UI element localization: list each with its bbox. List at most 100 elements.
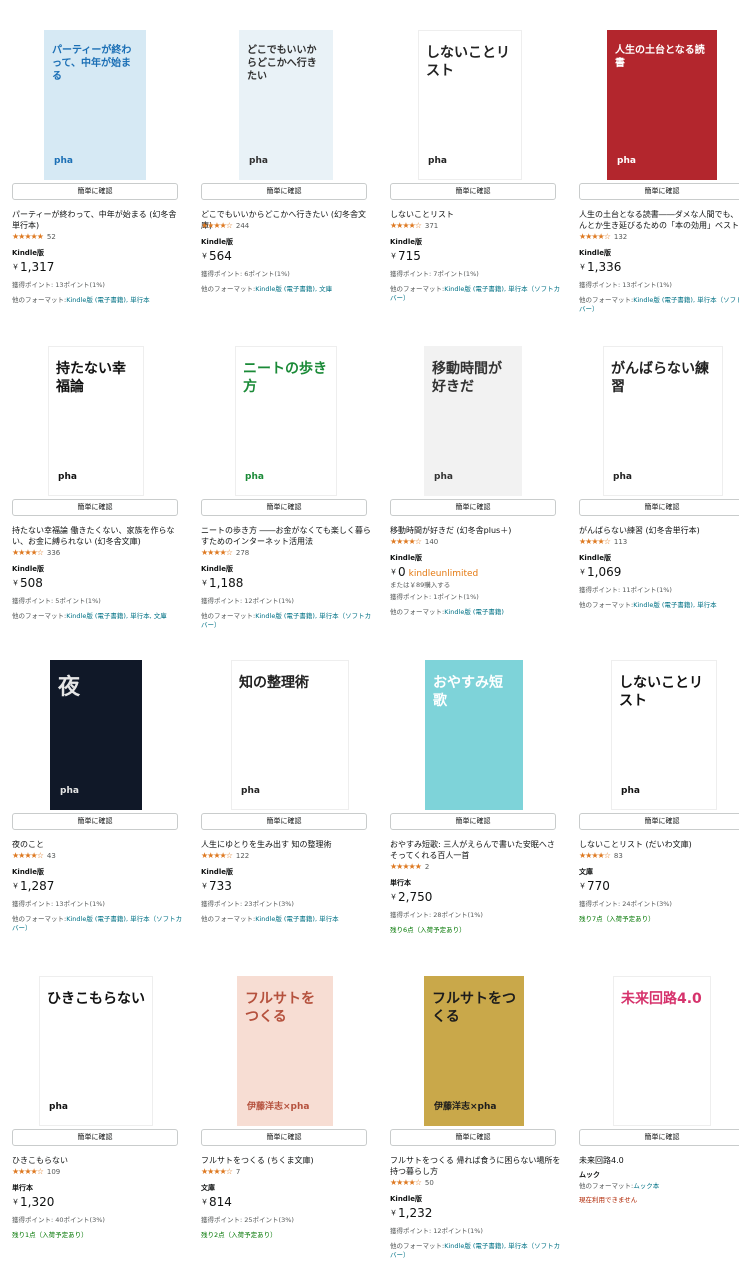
- star-rating-icon[interactable]: ★★★★☆: [579, 851, 611, 861]
- other-formats-link[interactable]: Kindle版 (電子書籍), 単行本, 文庫: [66, 612, 167, 620]
- format-label[interactable]: Kindle版: [579, 248, 611, 258]
- book-cover-image[interactable]: 人生の土台となる読書 pha: [607, 30, 717, 180]
- rating-row[interactable]: ★★★★☆ 371: [390, 221, 438, 231]
- format-label[interactable]: Kindle版: [12, 248, 44, 258]
- book-cover-image[interactable]: がんばらない練習 pha: [603, 346, 723, 496]
- book-cover-image[interactable]: しないことリスト pha: [418, 30, 522, 180]
- product-title[interactable]: 未来回路4.0: [579, 1155, 739, 1166]
- book-cover-image[interactable]: フルサトをつくる 伊藤洋志×pha: [424, 976, 524, 1126]
- product-title[interactable]: がんばらない練習 (幻冬舎単行本): [579, 525, 739, 536]
- star-rating-icon[interactable]: ★★★★☆: [390, 221, 422, 231]
- rating-row[interactable]: ★★★★☆ 132: [579, 232, 627, 242]
- quick-view-button[interactable]: 簡単に確認: [579, 813, 739, 830]
- rating-row[interactable]: ★★★★☆ 244: [201, 221, 249, 231]
- star-rating-icon[interactable]: ★★★★☆: [390, 537, 422, 547]
- rating-row[interactable]: ★★★★☆ 109: [12, 1167, 60, 1177]
- book-cover[interactable]: フルサトをつくる 伊藤洋志×pha: [201, 976, 379, 1126]
- review-count[interactable]: 50: [425, 1178, 434, 1188]
- book-cover-image[interactable]: ニートの歩き方 pha: [235, 346, 337, 496]
- review-count[interactable]: 244: [236, 221, 249, 231]
- review-count[interactable]: 132: [614, 232, 627, 242]
- other-formats-link[interactable]: Kindle版 (電子書籍), 単行本: [66, 296, 149, 304]
- quick-view-button[interactable]: 簡単に確認: [201, 183, 367, 200]
- book-cover-image[interactable]: 知の整理術 pha: [231, 660, 349, 810]
- book-cover[interactable]: しないことリスト pha: [390, 30, 568, 180]
- quick-view-button[interactable]: 簡単に確認: [12, 499, 178, 516]
- format-label[interactable]: ムック: [579, 1170, 600, 1180]
- quick-view-button[interactable]: 簡単に確認: [390, 183, 556, 200]
- product-title[interactable]: 移動時間が好きだ (幻冬舎plus＋): [390, 525, 562, 536]
- star-rating-icon[interactable]: ★★★★☆: [579, 537, 611, 547]
- format-label[interactable]: Kindle版: [12, 564, 44, 574]
- star-rating-icon[interactable]: ★★★★★: [390, 862, 422, 872]
- product-title[interactable]: ひきこもらない: [12, 1155, 184, 1166]
- other-formats-link[interactable]: Kindle版 (電子書籍), 単行本: [633, 601, 716, 609]
- review-count[interactable]: 2: [425, 862, 429, 872]
- book-cover[interactable]: ニートの歩き方 pha: [201, 346, 379, 496]
- book-cover[interactable]: おやすみ短歌: [390, 660, 568, 810]
- quick-view-button[interactable]: 簡単に確認: [390, 813, 556, 830]
- rating-row[interactable]: ★★★★★ 2: [390, 862, 429, 872]
- review-count[interactable]: 371: [425, 221, 438, 231]
- star-rating-icon[interactable]: ★★★★☆: [390, 1178, 422, 1188]
- rating-row[interactable]: ★★★★☆ 336: [12, 548, 60, 558]
- quick-view-button[interactable]: 簡単に確認: [201, 1129, 367, 1146]
- quick-view-button[interactable]: 簡単に確認: [579, 499, 739, 516]
- product-title[interactable]: 持たない幸福論 働きたくない、家族を作らない、お金に縛られない (幻冬舎文庫): [12, 525, 184, 547]
- review-count[interactable]: 113: [614, 537, 627, 547]
- star-rating-icon[interactable]: ★★★★☆: [12, 548, 44, 558]
- book-cover-image[interactable]: 夜 pha: [50, 660, 142, 810]
- book-cover[interactable]: 移動時間が好きだ pha: [390, 346, 568, 496]
- review-count[interactable]: 140: [425, 537, 438, 547]
- product-title[interactable]: おやすみ短歌: 三人がえらんで書いた安眠へさそってくれる百人一首: [390, 839, 562, 861]
- review-count[interactable]: 122: [236, 851, 249, 861]
- review-count[interactable]: 7: [236, 1167, 240, 1177]
- product-title[interactable]: しないことリスト (だいわ文庫): [579, 839, 739, 850]
- quick-view-button[interactable]: 簡単に確認: [579, 1129, 739, 1146]
- star-rating-icon[interactable]: ★★★★☆: [579, 232, 611, 242]
- star-rating-icon[interactable]: ★★★★☆: [201, 851, 233, 861]
- buy-option-link[interactable]: または￥89購入する: [390, 581, 562, 590]
- review-count[interactable]: 83: [614, 851, 623, 861]
- product-title[interactable]: 人生の土台となる読書――ダメな人間でも、なんとか生き延びるための「本の効用」ベス…: [579, 209, 739, 231]
- star-rating-icon[interactable]: ★★★★★: [12, 232, 44, 242]
- product-title[interactable]: パーティーが終わって、中年が始まる (幻冬舎単行本): [12, 209, 184, 231]
- review-count[interactable]: 109: [47, 1167, 60, 1177]
- quick-view-button[interactable]: 簡単に確認: [201, 499, 367, 516]
- book-cover[interactable]: ひきこもらない pha: [12, 976, 190, 1126]
- star-rating-icon[interactable]: ★★★★☆: [201, 548, 233, 558]
- product-title[interactable]: フルサトをつくる 帰れば食うに困らない場所を持つ暮らし方: [390, 1155, 562, 1177]
- book-cover-image[interactable]: 移動時間が好きだ pha: [424, 346, 522, 496]
- format-label[interactable]: Kindle版: [390, 237, 422, 247]
- rating-row[interactable]: ★★★★☆ 43: [12, 851, 56, 861]
- book-cover[interactable]: 夜 pha: [12, 660, 190, 810]
- book-cover-image[interactable]: おやすみ短歌: [425, 660, 523, 810]
- other-formats-link[interactable]: ムック本: [633, 1182, 659, 1190]
- book-cover-image[interactable]: しないことリスト pha: [611, 660, 717, 810]
- book-cover-image[interactable]: パーティーが終わって、中年が始まる pha: [44, 30, 146, 180]
- book-cover[interactable]: 知の整理術 pha: [201, 660, 379, 810]
- rating-row[interactable]: ★★★★★ 52: [12, 232, 56, 242]
- star-rating-icon[interactable]: ★★★★☆: [201, 1167, 233, 1177]
- star-rating-icon[interactable]: ★★★★☆: [201, 221, 233, 231]
- book-cover-image[interactable]: 未来回路4.0: [613, 976, 711, 1126]
- book-cover[interactable]: 未来回路4.0: [579, 976, 739, 1126]
- quick-view-button[interactable]: 簡単に確認: [390, 1129, 556, 1146]
- rating-row[interactable]: ★★★★☆ 7: [201, 1167, 240, 1177]
- rating-row[interactable]: ★★★★☆ 140: [390, 537, 438, 547]
- product-title[interactable]: 人生にゆとりを生み出す 知の整理術: [201, 839, 373, 850]
- format-label[interactable]: Kindle版: [579, 553, 611, 563]
- book-cover-image[interactable]: 持たない幸福論 pha: [48, 346, 144, 496]
- format-label[interactable]: Kindle版: [201, 564, 233, 574]
- star-rating-icon[interactable]: ★★★★☆: [12, 851, 44, 861]
- rating-row[interactable]: ★★★★☆ 50: [390, 1178, 434, 1188]
- rating-row[interactable]: ★★★★☆ 278: [201, 548, 249, 558]
- product-title[interactable]: フルサトをつくる (ちくま文庫): [201, 1155, 373, 1166]
- book-cover[interactable]: パーティーが終わって、中年が始まる pha: [12, 30, 190, 180]
- format-label[interactable]: 文庫: [579, 867, 593, 877]
- quick-view-button[interactable]: 簡単に確認: [12, 1129, 178, 1146]
- book-cover[interactable]: 人生の土台となる読書 pha: [579, 30, 739, 180]
- other-formats-link[interactable]: Kindle版 (電子書籍): [444, 608, 504, 616]
- product-title[interactable]: 夜のこと: [12, 839, 184, 850]
- rating-row[interactable]: ★★★★☆ 113: [579, 537, 627, 547]
